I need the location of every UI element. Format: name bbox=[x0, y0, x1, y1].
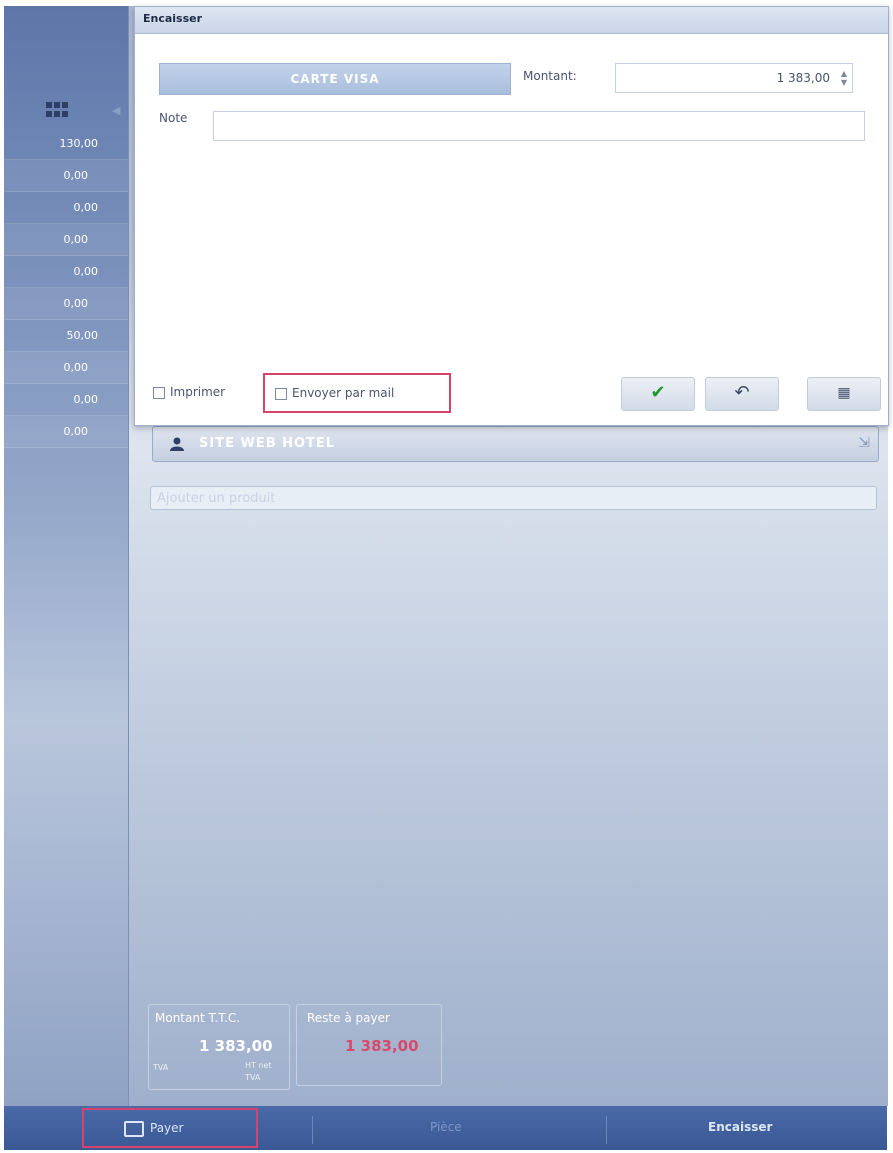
total-box: Montant T.T.C. 1 383,00 TVA HT net TVA bbox=[148, 1004, 290, 1090]
list-item[interactable]: 0,00 bbox=[4, 384, 132, 416]
collapse-icon[interactable]: ◀ bbox=[112, 104, 120, 117]
email-checkbox[interactable] bbox=[275, 387, 287, 400]
total-label: Montant T.T.C. bbox=[155, 1011, 241, 1025]
list-item[interactable]: 0,00 bbox=[4, 160, 132, 192]
confirm-button[interactable]: ✔ bbox=[621, 377, 695, 411]
list-item[interactable]: 50,00 bbox=[4, 320, 132, 352]
list-item[interactable]: 0,00 bbox=[4, 352, 132, 384]
payment-dialog: Encaisser CARTE VISA Montant: 1 383,00 ▲… bbox=[134, 6, 889, 426]
amount-label: Montant: bbox=[523, 69, 577, 83]
divider bbox=[312, 1116, 313, 1144]
calculator-button[interactable]: ▦ bbox=[807, 377, 881, 411]
list-item[interactable]: 0,00 bbox=[4, 224, 132, 256]
list-item[interactable]: 0,00 bbox=[4, 288, 132, 320]
amount-input[interactable]: 1 383,00 ▲ ▼ bbox=[615, 63, 853, 93]
undo-icon: ↶ bbox=[734, 382, 750, 403]
pay-button[interactable]: Payer bbox=[82, 1108, 258, 1148]
print-checkbox[interactable] bbox=[153, 386, 165, 399]
expand-icon[interactable]: ⇲ bbox=[858, 435, 870, 451]
card-icon bbox=[124, 1120, 144, 1137]
print-option[interactable]: Imprimer bbox=[153, 385, 225, 399]
tax-label: TVA bbox=[153, 1063, 169, 1072]
amount-value: 1 383,00 bbox=[776, 71, 830, 85]
dialog-title: Encaisser bbox=[135, 7, 888, 34]
grid-icon[interactable] bbox=[46, 102, 68, 118]
to-pay-box: Reste à payer 1 383,00 bbox=[296, 1004, 442, 1086]
product-search-input[interactable]: Ajouter un produit bbox=[150, 486, 877, 510]
list-item[interactable]: 130,00 bbox=[4, 128, 132, 160]
calculator-icon: ▦ bbox=[837, 385, 851, 401]
payment-method-button[interactable]: CARTE VISA bbox=[159, 63, 511, 95]
divider bbox=[606, 1116, 607, 1144]
total-value: 1 383,00 bbox=[199, 1037, 273, 1055]
checkout-button[interactable]: Encaisser bbox=[708, 1120, 772, 1134]
email-option[interactable]: Envoyer par mail bbox=[263, 373, 451, 413]
to-pay-value: 1 383,00 bbox=[345, 1037, 419, 1055]
net-label: HT net bbox=[245, 1061, 272, 1070]
client-bar[interactable]: SITE WEB HOTEL ⇲ bbox=[152, 426, 879, 462]
document-button[interactable]: Pièce bbox=[430, 1120, 462, 1134]
email-label: Envoyer par mail bbox=[292, 386, 395, 400]
list-item[interactable]: 0,00 bbox=[4, 256, 132, 288]
left-sidebar: ◀ 130,00 0,00 0,00 0,00 0,00 0,00 50,00 … bbox=[4, 6, 132, 1106]
tax-label-2: TVA bbox=[245, 1073, 261, 1082]
user-icon bbox=[170, 437, 184, 451]
undo-button[interactable]: ↶ bbox=[705, 377, 779, 411]
pay-label: Payer bbox=[150, 1121, 184, 1135]
client-name: SITE WEB HOTEL bbox=[199, 436, 336, 451]
list-item[interactable]: 0,00 bbox=[4, 416, 132, 448]
note-label: Note bbox=[159, 111, 188, 125]
to-pay-label: Reste à payer bbox=[307, 1011, 390, 1025]
print-label: Imprimer bbox=[170, 385, 226, 399]
spinner-icon[interactable]: ▲ ▼ bbox=[839, 69, 849, 87]
check-icon: ✔ bbox=[650, 382, 666, 403]
sidebar-list: 130,00 0,00 0,00 0,00 0,00 0,00 50,00 0,… bbox=[4, 128, 132, 448]
list-item[interactable]: 0,00 bbox=[4, 192, 132, 224]
note-input[interactable] bbox=[213, 111, 865, 141]
